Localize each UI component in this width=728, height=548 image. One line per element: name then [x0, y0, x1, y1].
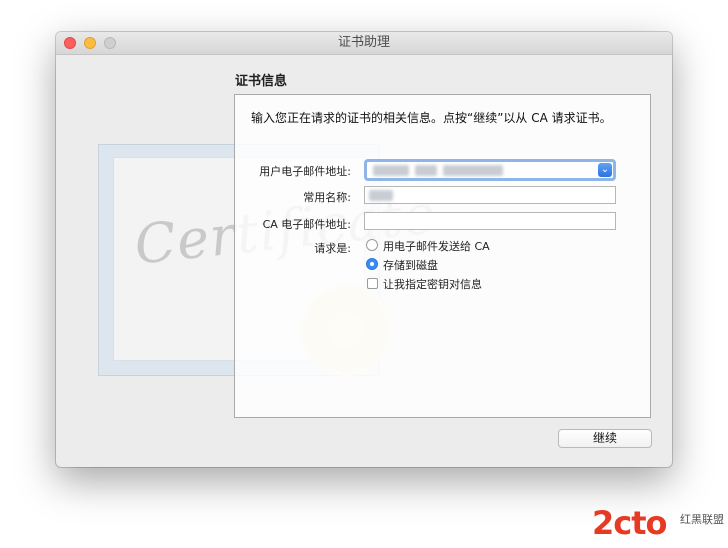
save-to-disk-label[interactable]: 存储到磁盘: [383, 257, 438, 273]
common-name-field[interactable]: [364, 186, 616, 204]
email-to-ca-label[interactable]: 用电子邮件发送给 CA: [383, 238, 490, 254]
section-heading: 证书信息: [235, 74, 288, 89]
redacted-text: [369, 190, 393, 201]
watermark-subtitle: 红黑联盟: [680, 513, 724, 526]
request-is-label: 请求是:: [314, 242, 351, 255]
specify-key-pair-label[interactable]: 让我指定密钥对信息: [383, 276, 482, 292]
title-bar: 证书助理: [56, 32, 672, 55]
ca-email-label: CA 电子邮件地址:: [262, 218, 351, 231]
user-email-combobox[interactable]: ⌄: [364, 159, 616, 181]
instruction-text: 输入您正在请求的证书的相关信息。点按“继续”以从 CA 请求证书。: [251, 111, 612, 125]
chevron-down-icon[interactable]: ⌄: [598, 163, 612, 177]
redacted-text: [415, 165, 437, 176]
specify-key-pair-checkbox[interactable]: [367, 278, 378, 289]
common-name-label: 常用名称:: [303, 191, 351, 204]
continue-button[interactable]: 继续: [558, 429, 652, 448]
redacted-text: [443, 165, 503, 176]
certificate-assistant-window: 证书助理 Certificate 证书信息 输入您正在请求的证书的相关信息。点按…: [56, 32, 672, 467]
email-to-ca-radio[interactable]: [366, 239, 378, 251]
ca-email-field[interactable]: [364, 212, 616, 230]
save-to-disk-radio[interactable]: [366, 258, 378, 270]
redacted-text: [373, 165, 409, 176]
window-title: 证书助理: [337, 35, 390, 50]
form-panel: 输入您正在请求的证书的相关信息。点按“继续”以从 CA 请求证书。 用户电子邮件…: [234, 94, 651, 418]
watermark-logo-text: 2cto: [592, 504, 668, 542]
user-email-label: 用户电子邮件地址:: [259, 165, 351, 178]
